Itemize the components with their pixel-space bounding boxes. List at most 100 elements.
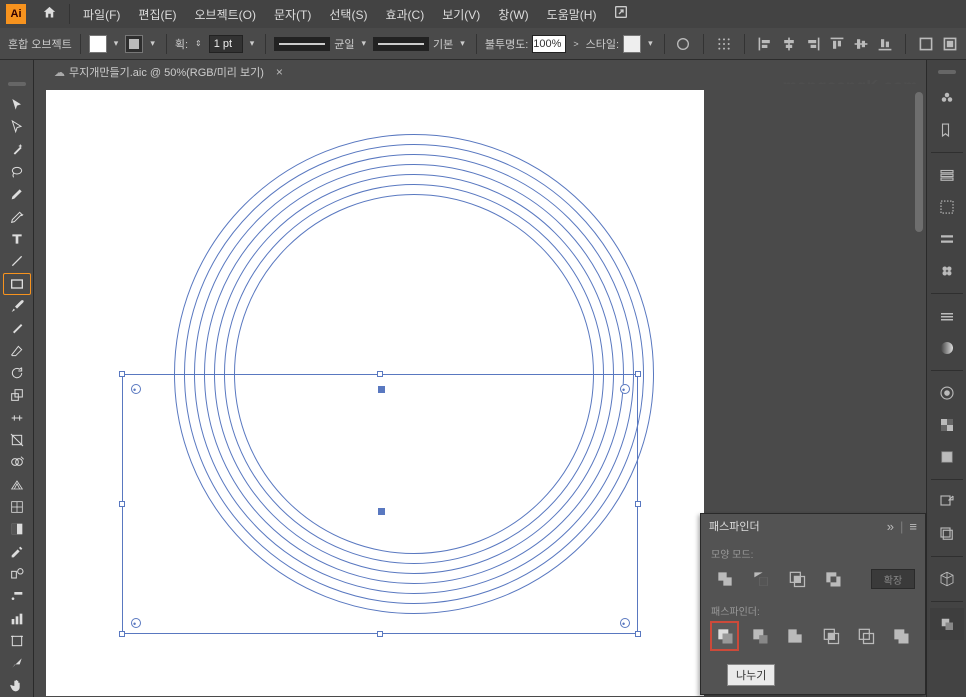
close-tab-icon[interactable]: ×: [276, 65, 283, 79]
align-hcenter-icon[interactable]: [781, 36, 797, 52]
selection-rect[interactable]: [122, 374, 638, 634]
transform-icon[interactable]: [918, 36, 934, 52]
lasso-tool[interactable]: [3, 161, 31, 183]
pathfinder-outline[interactable]: [852, 622, 879, 650]
width-tool[interactable]: [3, 407, 31, 429]
brush-def-preview[interactable]: [373, 37, 429, 51]
opacity-dropdown-icon[interactable]: >: [570, 39, 581, 49]
panel-header[interactable]: 패스파인더 » | ≡: [701, 514, 925, 538]
share-icon[interactable]: [605, 4, 637, 25]
line-tool[interactable]: [3, 250, 31, 272]
type-tool[interactable]: [3, 228, 31, 250]
style-swatch[interactable]: [623, 35, 641, 53]
stroke-profile-preview[interactable]: [274, 37, 330, 51]
gradient-tool[interactable]: [3, 518, 31, 540]
live-corner-bl[interactable]: [131, 618, 141, 628]
3d-panel-icon[interactable]: [930, 563, 964, 595]
swatches-panel-icon[interactable]: [930, 114, 964, 146]
selection-tool[interactable]: [3, 94, 31, 116]
panel-collapse-icon[interactable]: »: [887, 519, 894, 534]
live-corner-tl[interactable]: [131, 384, 141, 394]
export-panel-icon[interactable]: [930, 486, 964, 518]
menu-select[interactable]: 선택(S): [320, 2, 376, 27]
live-corner-tr[interactable]: [620, 384, 630, 394]
libraries-panel-icon[interactable]: [930, 518, 964, 550]
free-transform-tool[interactable]: [3, 429, 31, 451]
sel-anchor-center[interactable]: [378, 508, 385, 515]
sel-handle-mr[interactable]: [635, 501, 641, 507]
fill-swatch[interactable]: [89, 35, 107, 53]
align-bottom-icon[interactable]: [877, 36, 893, 52]
curvature-tool[interactable]: [3, 206, 31, 228]
stroke-stepper-icon[interactable]: ⇕: [192, 39, 205, 48]
hand-tool[interactable]: [3, 674, 31, 696]
gradient-panel-icon[interactable]: [930, 332, 964, 364]
stroke-width-dropdown-icon[interactable]: ▾: [247, 38, 258, 49]
sel-handle-tr[interactable]: [635, 371, 641, 377]
magic-wand-tool[interactable]: [3, 139, 31, 161]
sel-handle-tl[interactable]: [119, 371, 125, 377]
menu-help[interactable]: 도움말(H): [538, 2, 606, 27]
scrollbar-thumb[interactable]: [915, 92, 923, 232]
pathfinder-crop[interactable]: [817, 622, 844, 650]
align-top-icon[interactable]: [829, 36, 845, 52]
sel-handle-bc[interactable]: [377, 631, 383, 637]
scale-tool[interactable]: [3, 384, 31, 406]
shape-builder-tool[interactable]: [3, 451, 31, 473]
sel-anchor-top[interactable]: [378, 386, 385, 393]
align-vcenter-icon[interactable]: [853, 36, 869, 52]
opacity-input[interactable]: 100%: [532, 35, 566, 53]
style-dropdown-icon[interactable]: ▾: [645, 38, 656, 49]
direct-selection-tool[interactable]: [3, 116, 31, 138]
sel-handle-tc[interactable]: [377, 371, 383, 377]
symbols-panel-icon[interactable]: [930, 191, 964, 223]
sel-handle-br[interactable]: [635, 631, 641, 637]
perspective-grid-tool[interactable]: [3, 474, 31, 496]
stroke-dropdown-icon[interactable]: ▾: [147, 38, 158, 49]
slice-tool[interactable]: [3, 652, 31, 674]
menu-effect[interactable]: 효과(C): [376, 2, 433, 27]
menu-window[interactable]: 창(W): [489, 2, 537, 27]
style-label[interactable]: 스타일:: [586, 36, 619, 52]
align-right-icon[interactable]: [805, 36, 821, 52]
artboard[interactable]: [46, 90, 704, 696]
brush-dropdown-icon[interactable]: ▾: [457, 38, 468, 49]
menu-file[interactable]: 파일(F): [74, 2, 129, 27]
menu-type[interactable]: 문자(T): [265, 2, 320, 27]
shape-mode-unite[interactable]: [711, 565, 739, 593]
pathfinder-panel-icon[interactable]: [930, 608, 964, 640]
stroke-panel-icon[interactable]: [930, 223, 964, 255]
expand-button[interactable]: 확장: [871, 569, 915, 589]
rotate-tool[interactable]: [3, 362, 31, 384]
opacity-label[interactable]: 불투명도:: [485, 36, 529, 52]
pen-tool[interactable]: [3, 183, 31, 205]
pathfinder-panel[interactable]: 패스파인더 » | ≡ 모양 모드: 확장 패스파인더: 나누기: [700, 513, 926, 695]
shape-mode-exclude[interactable]: [819, 565, 847, 593]
artboard-tool[interactable]: [3, 630, 31, 652]
shape-mode-intersect[interactable]: [783, 565, 811, 593]
align-artboard-icon[interactable]: [716, 36, 732, 52]
live-corner-br[interactable]: [620, 618, 630, 628]
color-panel-icon[interactable]: [930, 82, 964, 114]
menu-edit[interactable]: 편집(E): [129, 2, 185, 27]
shape-mode-minus-front[interactable]: [747, 565, 775, 593]
stroke-width-input[interactable]: 1 pt: [209, 35, 243, 53]
pathfinder-merge[interactable]: [782, 622, 809, 650]
pathfinder-divide[interactable]: [711, 622, 738, 650]
clover-panel-icon[interactable]: [930, 255, 964, 287]
blend-tool[interactable]: [3, 563, 31, 585]
brushes-panel-icon[interactable]: [930, 159, 964, 191]
fill-dropdown-icon[interactable]: ▾: [111, 38, 122, 49]
align-left-icon[interactable]: [757, 36, 773, 52]
pathfinder-minus-back[interactable]: [888, 622, 915, 650]
menu-object[interactable]: 오브젝트(O): [185, 2, 265, 27]
sel-handle-bl[interactable]: [119, 631, 125, 637]
pathfinder-trim[interactable]: [746, 622, 773, 650]
symbol-sprayer-tool[interactable]: [3, 585, 31, 607]
document-tab[interactable]: ☁ 무지개만들기.aic @ 50%(RGB/미리 보기) ×: [44, 61, 293, 83]
paintbrush-tool[interactable]: [3, 295, 31, 317]
rectangle-tool[interactable]: [3, 273, 31, 295]
eraser-tool[interactable]: [3, 340, 31, 362]
transparency-panel-icon[interactable]: [930, 409, 964, 441]
appearance-panel-icon[interactable]: [930, 377, 964, 409]
